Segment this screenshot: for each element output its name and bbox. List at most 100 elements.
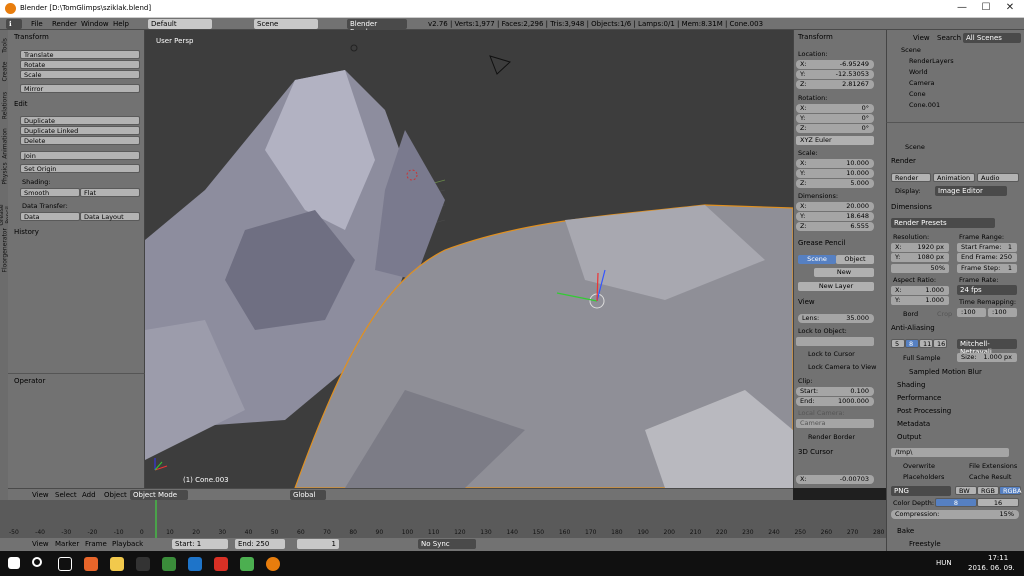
crop-checkbox[interactable]: Crop bbox=[937, 310, 952, 318]
full-sample-checkbox[interactable]: Full Sample bbox=[903, 354, 941, 362]
menu-view[interactable]: View bbox=[32, 491, 49, 499]
aa-size-field[interactable]: Size: 1.000 px bbox=[957, 353, 1017, 362]
close-button[interactable]: ✕ bbox=[998, 2, 1022, 16]
input-language[interactable]: HUN bbox=[936, 559, 952, 567]
rotation-z-field[interactable]: Z: 0° bbox=[796, 124, 874, 133]
cursor-x-field[interactable]: X: -0.00703 bbox=[796, 475, 874, 484]
screen-layout-field[interactable]: Default bbox=[148, 19, 212, 29]
store-icon[interactable] bbox=[136, 557, 150, 571]
outliner-item-cone[interactable]: Cone bbox=[909, 90, 926, 98]
tl-menu-marker[interactable]: Marker bbox=[55, 540, 79, 548]
menu-object[interactable]: Object bbox=[104, 491, 127, 499]
rotation-x-field[interactable]: X: 0° bbox=[796, 104, 874, 113]
edit-panel-header[interactable]: Edit bbox=[14, 100, 28, 108]
dimensions-header[interactable]: Dimensions bbox=[891, 203, 932, 211]
current-frame-field[interactable]: 1 bbox=[297, 539, 339, 549]
file-extensions-checkbox[interactable]: File Extensions bbox=[969, 462, 1017, 470]
clock-date[interactable]: 2016. 06. 09. bbox=[968, 564, 1015, 572]
dimension-x-field[interactable]: X: 20.000 bbox=[796, 202, 874, 211]
menu-file[interactable]: File bbox=[31, 20, 43, 28]
clip-end-field[interactable]: End: 1000.000 bbox=[796, 397, 874, 406]
rotation-y-field[interactable]: Y: 0° bbox=[796, 114, 874, 123]
tl-menu-view[interactable]: View bbox=[32, 540, 49, 548]
task-view-icon[interactable] bbox=[58, 557, 72, 571]
dimension-y-field[interactable]: Y: 18.648 bbox=[796, 212, 874, 221]
lock-camera-checkbox[interactable]: Lock Camera to View bbox=[808, 363, 876, 371]
aa-samples-8[interactable]: 8 bbox=[905, 339, 919, 348]
operator-panel-header[interactable]: Operator bbox=[14, 377, 45, 385]
depth-8-button[interactable]: 8 bbox=[935, 498, 977, 507]
menu-render[interactable]: Render bbox=[52, 20, 77, 28]
transform-header[interactable]: Transform bbox=[798, 33, 833, 41]
lock-object-field[interactable] bbox=[796, 337, 874, 346]
orientation-select[interactable]: Global bbox=[290, 490, 326, 500]
clip-start-field[interactable]: Start: 0.100 bbox=[796, 387, 874, 396]
mirror-button[interactable]: Mirror bbox=[20, 84, 140, 93]
outliner-item-camera[interactable]: Camera bbox=[909, 79, 935, 87]
mode-select[interactable]: Object Mode bbox=[130, 490, 188, 500]
placeholders-checkbox[interactable]: Placeholders bbox=[903, 473, 944, 481]
camera-object-icon[interactable] bbox=[489, 55, 511, 75]
outliner-menu-view[interactable]: View bbox=[913, 34, 930, 42]
dimension-z-field[interactable]: Z: 6.555 bbox=[796, 222, 874, 231]
translate-button[interactable]: Translate bbox=[20, 50, 140, 59]
display-select[interactable]: Image Editor bbox=[935, 186, 1007, 196]
animation-button[interactable]: Animation bbox=[933, 173, 975, 182]
rotate-button[interactable]: Rotate bbox=[20, 60, 140, 69]
lock-cursor-checkbox[interactable]: Lock to Cursor bbox=[808, 350, 855, 358]
res-y-field[interactable]: Y: 1080 px bbox=[891, 253, 949, 262]
file-format-select[interactable]: PNG bbox=[891, 486, 951, 496]
history-panel-header[interactable]: History bbox=[14, 228, 39, 236]
res-percent-field[interactable]: 50% bbox=[891, 264, 949, 273]
gp-new-button[interactable]: New bbox=[814, 268, 874, 277]
maximize-button[interactable]: ☐ bbox=[974, 2, 998, 16]
location-x-field[interactable]: X: -6.95249 bbox=[796, 60, 874, 69]
overwrite-checkbox[interactable]: Overwrite bbox=[903, 462, 935, 470]
file-explorer-icon[interactable] bbox=[110, 557, 124, 571]
render-button[interactable]: Render bbox=[891, 173, 931, 182]
scale-button[interactable]: Scale bbox=[20, 70, 140, 79]
outliner-filter-select[interactable]: All Scenes bbox=[963, 33, 1021, 43]
location-z-field[interactable]: Z: 2.81267 bbox=[796, 80, 874, 89]
rotation-mode-select[interactable]: XYZ Euler bbox=[796, 136, 874, 145]
search-icon[interactable] bbox=[32, 557, 42, 567]
app-green-icon[interactable] bbox=[240, 557, 254, 571]
end-frame-field[interactable]: End: 250 bbox=[235, 539, 285, 549]
blender-taskbar-icon[interactable] bbox=[266, 557, 280, 571]
outliner-menu-search[interactable]: Search bbox=[937, 34, 961, 42]
aa-samples-5[interactable]: 5 bbox=[891, 339, 905, 348]
cache-result-checkbox[interactable]: Cache Result bbox=[969, 473, 1011, 481]
scale-z-field[interactable]: Z: 5.000 bbox=[796, 179, 874, 188]
bw-button[interactable]: BW bbox=[955, 486, 977, 495]
firefox-icon[interactable] bbox=[84, 557, 98, 571]
outliner-item-scene[interactable]: Scene bbox=[901, 46, 921, 54]
aa-samples-16[interactable]: 16 bbox=[933, 339, 947, 348]
render-presets-select[interactable]: Render Presets bbox=[891, 218, 995, 228]
gp-object-tab[interactable]: Object bbox=[836, 255, 874, 264]
depth-16-button[interactable]: 16 bbox=[977, 498, 1019, 507]
menu-window[interactable]: Window bbox=[81, 20, 109, 28]
outliner-item-cone-001[interactable]: Cone.001 bbox=[909, 101, 940, 109]
remap-new-field[interactable]: :100 bbox=[988, 308, 1017, 317]
tl-menu-frame[interactable]: Frame bbox=[85, 540, 107, 548]
edge-icon[interactable] bbox=[188, 557, 202, 571]
flat-button[interactable]: Flat bbox=[80, 188, 140, 197]
local-camera-field[interactable]: Camera bbox=[796, 419, 874, 428]
remap-old-field[interactable]: :100 bbox=[957, 308, 986, 317]
sync-select[interactable]: No Sync bbox=[418, 539, 476, 549]
timeline-area[interactable]: -50 -40 -30 -20 -10 0 10 20 30 40 50 60 70 80 90 100 110… bbox=[0, 500, 893, 538]
output-header[interactable]: Output bbox=[897, 433, 921, 441]
compression-slider[interactable]: Compression: 15% bbox=[891, 510, 1019, 519]
clock-time[interactable]: 17:11 bbox=[988, 554, 1008, 562]
3d-cursor-header[interactable]: 3D Cursor bbox=[798, 448, 833, 456]
set-origin-select[interactable]: Set Origin bbox=[20, 164, 140, 173]
frame-rate-select[interactable]: 24 fps bbox=[957, 285, 1017, 295]
app-red-icon[interactable] bbox=[214, 557, 228, 571]
duplicate-button[interactable]: Duplicate bbox=[20, 116, 140, 125]
frame-step-field[interactable]: Frame Step: 1 bbox=[957, 264, 1017, 273]
delete-button[interactable]: Delete bbox=[20, 136, 140, 145]
scene-field[interactable]: Scene bbox=[254, 19, 318, 29]
app-icon[interactable] bbox=[162, 557, 176, 571]
gp-scene-tab[interactable]: Scene bbox=[798, 255, 836, 264]
audio-button[interactable]: Audio bbox=[977, 173, 1019, 182]
